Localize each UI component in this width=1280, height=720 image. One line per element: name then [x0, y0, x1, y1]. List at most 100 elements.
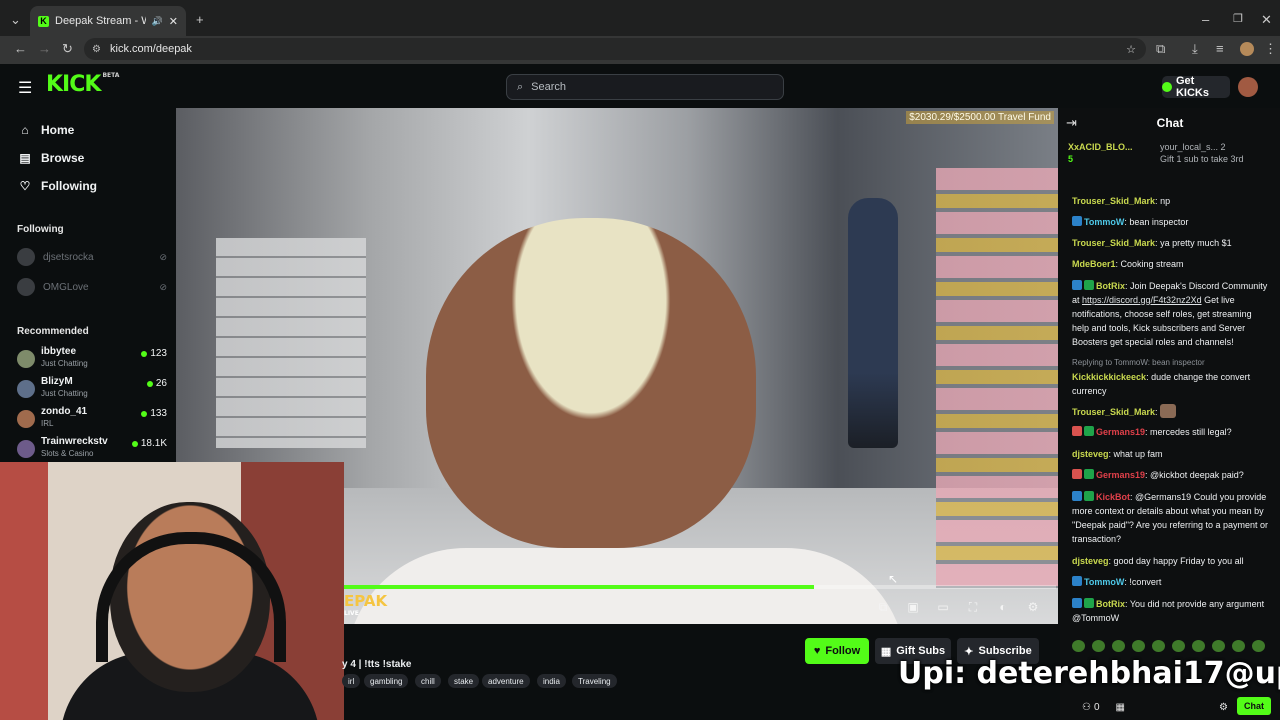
kick-logo[interactable]: KICK BETA	[46, 72, 119, 97]
emote-icon[interactable]	[1112, 640, 1125, 652]
search-input[interactable]: ⌕ Search	[506, 74, 784, 100]
live-dot-icon	[141, 350, 148, 357]
chat-send-button[interactable]: Chat	[1237, 697, 1271, 715]
quality-icon[interactable]: ◐	[996, 600, 1010, 615]
heart-icon: ♡	[19, 179, 31, 193]
following-channel[interactable]: OMGLove ⊘	[17, 278, 167, 296]
following-heading: Following	[17, 224, 64, 235]
tab-list-icon[interactable]: ⌄	[10, 12, 21, 28]
viewer-count: 18.1K	[131, 438, 167, 449]
chat-message: djsteveg: what up fam	[1072, 449, 1163, 459]
search-placeholder: Search	[531, 81, 567, 93]
chat-message: Replying to TommoW: bean inspector Kickki…	[1072, 356, 1270, 398]
upi-overlay-text: Upi: deterehbhai17@upi	[898, 656, 1280, 691]
sidebar-item-label: Following	[41, 179, 97, 193]
tag-traveling[interactable]: Traveling	[572, 674, 617, 688]
viewers-icon: ⚇	[1082, 701, 1091, 713]
emote-icon[interactable]	[1232, 640, 1245, 652]
chat-message: TommoW: bean inspector	[1072, 215, 1270, 229]
search-icon: ⌕	[517, 80, 524, 93]
tab-close-icon[interactable]: ✕	[169, 15, 178, 28]
chat-message: BotRix: You did not provide any argument…	[1072, 598, 1265, 623]
tag-stake[interactable]: stake	[448, 674, 480, 688]
user-avatar[interactable]	[1238, 77, 1258, 97]
browse-icon: ▤	[19, 151, 31, 165]
follow-button[interactable]: ♥ Follow	[805, 638, 869, 664]
avatar	[17, 248, 35, 266]
facecam-overlay	[0, 462, 344, 720]
window-close-icon[interactable]: ✕	[1261, 12, 1272, 28]
settings-gear-icon[interactable]: ⚙	[1026, 600, 1040, 615]
new-tab-icon[interactable]: +	[196, 12, 204, 27]
emote-icon[interactable]	[1092, 640, 1105, 652]
tag-irl[interactable]: irl	[342, 674, 361, 688]
forward-icon[interactable]: →	[38, 41, 51, 56]
sidebar-item-browse[interactable]: ▤ Browse	[18, 151, 84, 165]
sidebar-item-following[interactable]: ♡ Following	[18, 179, 97, 193]
kicks-coin-icon	[1162, 82, 1172, 92]
badge-icon	[1072, 216, 1082, 226]
emote-icon[interactable]	[1072, 640, 1085, 652]
recommended-channel[interactable]: ibbytee Just Chatting 123	[17, 346, 167, 374]
chat-settings-icon[interactable]: ⚙	[1219, 702, 1228, 713]
emote-icon[interactable]	[1152, 640, 1165, 652]
chat-message: TommoW: !convert	[1072, 575, 1270, 589]
viewer-count: 0	[1093, 701, 1100, 713]
offline-icon: ⊘	[159, 281, 167, 292]
address-bar[interactable]: ⚙ kick.com/deepak ☆	[84, 38, 1146, 60]
emote-icon[interactable]	[1252, 640, 1265, 652]
badge-icon	[1072, 426, 1082, 436]
sidebar: ⌂ Home ▤ Browse ♡ Following Following djset…	[0, 108, 176, 462]
media-controls-icon[interactable]: ≡	[1216, 41, 1224, 56]
emote-icon[interactable]	[1192, 640, 1205, 652]
following-channel[interactable]: djsetsrocka ⊘	[17, 248, 167, 266]
video-progress-bar[interactable]	[344, 585, 1056, 589]
donation-goal-overlay: $2030.29/$2500.00 Travel Fund	[906, 111, 1054, 124]
channel-category: IRL	[41, 419, 54, 428]
live-dot-icon	[141, 410, 148, 417]
fullscreen-icon[interactable]: ⛶	[966, 600, 980, 615]
reload-icon[interactable]: ↻	[62, 41, 73, 57]
recommended-channel[interactable]: BlizyM Just Chatting 26	[17, 376, 167, 404]
badge-icon	[1072, 469, 1082, 479]
browser-menu-icon[interactable]: ⋮	[1264, 41, 1277, 57]
recommended-channel[interactable]: Trainwreckstv Slots & Casino 18.1K	[17, 436, 167, 464]
reply-context: Replying to TommoW: bean inspector	[1072, 358, 1205, 367]
video-scene-shelf	[936, 168, 1058, 588]
emote-icon[interactable]	[1172, 640, 1185, 652]
live-dot-icon	[146, 380, 153, 387]
tag-adventure[interactable]: adventure	[482, 674, 530, 688]
hamburger-menu-icon[interactable]: ☰	[18, 78, 32, 98]
get-kicks-button[interactable]: Get KICKs	[1162, 75, 1230, 99]
chat-message: djsteveg: good day happy Friday to you a…	[1072, 556, 1244, 566]
theater-mode-icon[interactable]: ▭	[936, 600, 950, 615]
maximize-icon[interactable]: ❐	[1233, 12, 1243, 25]
tab-audio-icon[interactable]: 🔊	[152, 16, 163, 27]
sidebar-item-label: Browse	[41, 151, 85, 165]
profile-avatar-icon[interactable]	[1240, 42, 1254, 56]
back-icon[interactable]: ←	[14, 41, 27, 56]
channel-name: BlizyM	[41, 376, 73, 387]
download-icon[interactable]: ⤓	[1192, 41, 1198, 57]
discord-link[interactable]: https://discord.gg/F4t32nz2Xd	[1082, 295, 1202, 305]
site-info-icon[interactable]: ⚙	[92, 44, 101, 55]
target-row: your_local_s... 2	[1160, 142, 1226, 152]
browser-tab[interactable]: K Deepak Stream - Watch Live 🔊 ✕	[30, 6, 186, 36]
channel-name: ibbytee	[41, 346, 77, 357]
bookmark-star-icon[interactable]: ☆	[1126, 43, 1136, 56]
gift-icon[interactable]: ▦	[1116, 702, 1125, 713]
emote-icon[interactable]	[1132, 640, 1145, 652]
tag-chill[interactable]: chill	[415, 674, 441, 688]
extensions-icon[interactable]: ⧉	[1156, 41, 1165, 57]
tag-gambling[interactable]: gambling	[364, 674, 409, 688]
badge-icon	[1072, 576, 1082, 586]
pip-icon[interactable]: ⧉	[876, 600, 890, 615]
sidebar-item-home[interactable]: ⌂ Home	[18, 123, 74, 137]
pinned-gift-leaderboard[interactable]: XxACID_BLO... 5 your_local_s... 2 Gift 1…	[1068, 142, 1274, 182]
mouse-cursor-icon: ↖	[888, 572, 899, 586]
clip-icon[interactable]: ▣	[906, 600, 920, 615]
recommended-channel[interactable]: zondo_41 IRL 133	[17, 406, 167, 434]
tag-india[interactable]: india	[537, 674, 566, 688]
minimize-icon[interactable]: –	[1202, 12, 1209, 27]
emote-icon[interactable]	[1212, 640, 1225, 652]
